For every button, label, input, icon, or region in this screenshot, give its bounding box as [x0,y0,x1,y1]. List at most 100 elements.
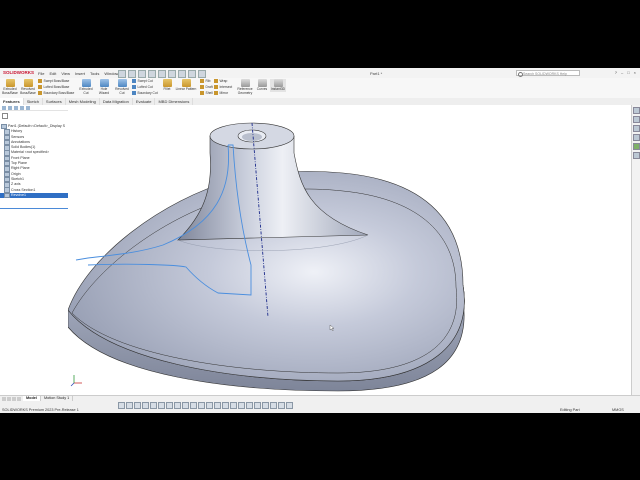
shell-button[interactable]: Shell [200,91,213,95]
filter-icon[interactable] [2,113,8,119]
last-tab-arrow-icon[interactable] [17,396,21,401]
first-tab-arrow-icon[interactable] [2,396,6,401]
display-style-icon[interactable] [262,401,269,409]
extruded-cut-button[interactable]: Extruded Cut [78,79,94,95]
menu-view[interactable]: View [61,71,70,76]
swept-boss-button[interactable]: Swept Boss/Base [38,79,69,83]
view-palette-icon[interactable] [633,134,640,141]
fillet-sketch-icon[interactable] [174,401,181,409]
display-manager-icon[interactable] [26,106,30,110]
hole-wizard-button[interactable]: Hole Wizard [96,79,112,95]
mirror-icon [214,91,218,95]
solidworks-resources-icon[interactable] [633,107,640,114]
scene-icon[interactable] [286,401,293,409]
lofted-cut-button[interactable]: Lofted Cut [132,85,153,89]
trim-icon[interactable] [182,401,189,409]
configuration-manager-icon[interactable] [14,106,18,110]
redo-icon[interactable] [168,69,176,78]
pan-icon[interactable] [246,401,253,409]
graphics-area[interactable] [68,105,631,395]
lofted-boss-button[interactable]: Lofted Boss/Base [38,85,69,89]
save-icon[interactable] [138,69,146,78]
tree-item-revolve1[interactable]: Revolve1 [0,192,68,199]
intersect-button[interactable]: Intersect [214,85,232,89]
undo-icon[interactable] [158,69,166,78]
zoom-icon[interactable] [230,401,237,409]
dimxpert-icon[interactable] [20,106,24,110]
open-icon[interactable] [128,69,136,78]
rib-button[interactable]: Rib [200,79,210,83]
next-tab-arrow-icon[interactable] [12,396,16,401]
arc-icon[interactable] [142,401,149,409]
extruded-boss-base-button[interactable]: Extruded Boss/Base [2,79,18,95]
dimension-icon[interactable] [214,401,221,409]
shell-icon [200,91,204,95]
linear-pattern-button[interactable]: Linear Pattern [174,79,198,92]
units-selector[interactable]: MMGS [612,408,624,412]
hide-show-icon[interactable] [270,401,277,409]
prev-tab-arrow-icon[interactable] [7,396,11,401]
pattern-icon[interactable] [206,401,213,409]
section-view-icon[interactable] [254,401,261,409]
extrude-icon [5,79,15,87]
instant3d-button[interactable]: Instant3D [270,79,286,92]
linear-pattern-icon [181,79,191,87]
mirror-button[interactable]: Mirror [214,91,228,95]
line-icon[interactable] [118,401,125,409]
menu-tools[interactable]: Tools [90,71,99,76]
rollback-bar[interactable] [0,208,68,209]
tab-data-migration[interactable]: Data Migration [100,98,133,105]
rectangle-icon[interactable] [126,401,133,409]
swept-cut-button[interactable]: Swept Cut [132,79,153,83]
menu-file[interactable]: File [38,71,44,76]
fillet-button[interactable]: Fillet [161,79,173,92]
options-icon[interactable] [198,69,206,78]
maximize-button[interactable]: □ [627,70,629,75]
tab-surfaces[interactable]: Surfaces [43,98,66,105]
tab-sketch[interactable]: Sketch [24,98,43,105]
tab-evaluate[interactable]: Evaluate [133,98,156,105]
tab-mesh-modeling[interactable]: Mesh Modeling [66,98,100,105]
property-manager-icon[interactable] [8,106,12,110]
feature-tree-icon[interactable] [2,106,6,110]
centerline-icon[interactable] [166,401,173,409]
menu-edit[interactable]: Edit [49,71,56,76]
close-button[interactable]: × [634,70,636,75]
rebuild-icon[interactable] [188,69,196,78]
select-icon[interactable] [178,69,186,78]
draft-button[interactable]: Draft [200,85,213,89]
version-label: SOLIDWORKS Premium 2023 Pre-Release 1 [2,408,79,412]
point-icon[interactable] [158,401,165,409]
wrap-button[interactable]: Wrap [214,79,227,83]
boundary-boss-button[interactable]: Boundary Boss/Base [38,91,74,95]
boundary-cut-button[interactable]: Boundary Cut [132,91,158,95]
circle-icon[interactable] [134,401,141,409]
relation-icon[interactable] [222,401,229,409]
mirror-sketch-icon[interactable] [198,401,205,409]
menu-insert[interactable]: Insert [75,71,85,76]
shortcut-toolbar [118,401,293,409]
solidworks-logo: SOLIDWORKS [3,70,34,75]
spline-icon[interactable] [150,401,157,409]
rib-icon [200,79,204,83]
curves-button[interactable]: Curves [255,79,269,92]
custom-properties-icon[interactable] [633,152,640,159]
appearances-icon[interactable] [633,143,640,150]
help-button[interactable]: ? [615,70,617,75]
file-explorer-icon[interactable] [633,125,640,132]
new-icon[interactable] [118,69,126,78]
design-library-icon[interactable] [633,116,640,123]
revolved-boss-base-button[interactable]: Revolved Boss/Base [20,79,36,95]
offset-icon[interactable] [190,401,197,409]
search-help-input[interactable]: Search SOLIDWORKS Help [516,69,580,77]
tab-features[interactable]: Features [0,98,24,105]
rotate-icon[interactable] [238,401,245,409]
appearance-edit-icon[interactable] [278,401,285,409]
revolved-cut-button[interactable]: Revolved Cut [114,79,130,95]
reference-geometry-button[interactable]: Reference Geometry [236,79,254,95]
print-icon[interactable] [148,69,156,78]
minimize-button[interactable]: – [621,70,623,75]
revolved-cut-icon [117,79,127,87]
menu-window[interactable]: Window [104,71,118,76]
tab-mbd-dimensions[interactable]: MBD Dimensions [155,98,194,105]
